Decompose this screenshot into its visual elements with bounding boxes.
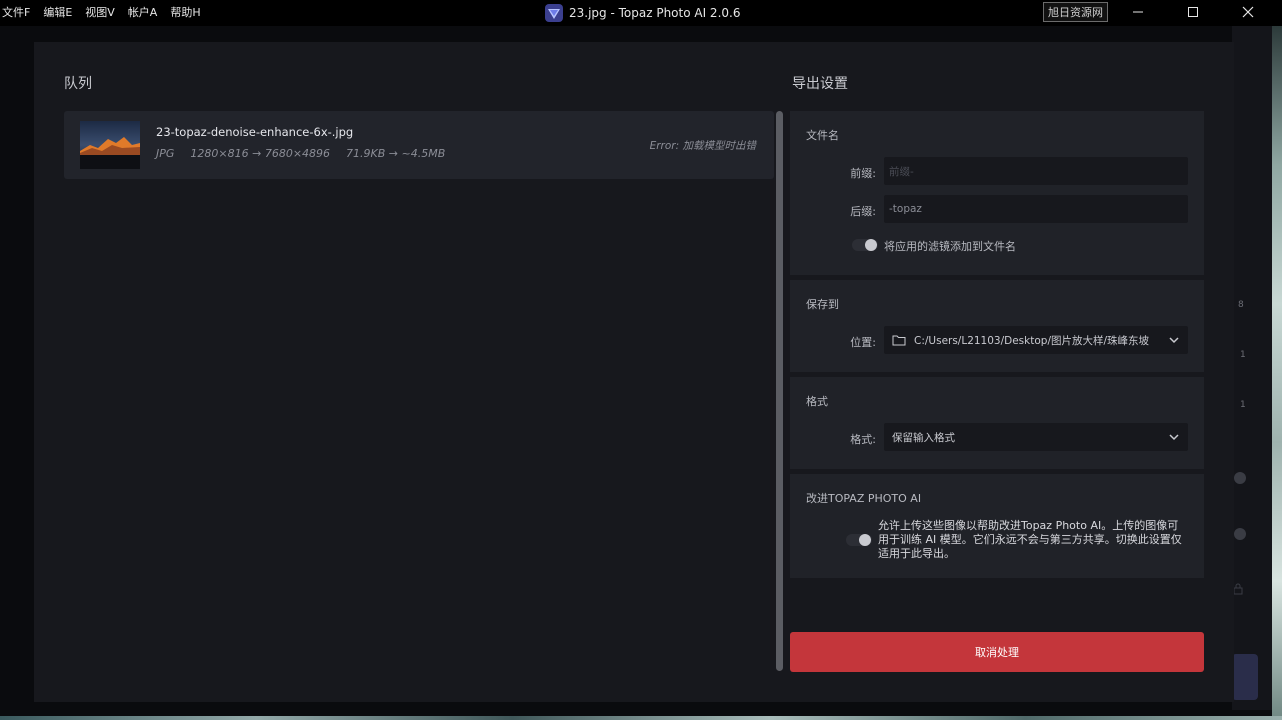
backdrop-right-panel bbox=[1232, 26, 1272, 710]
cancel-processing-button[interactable]: 取消处理 bbox=[790, 632, 1204, 672]
suffix-input[interactable]: -topaz bbox=[884, 195, 1188, 223]
improve-upload-toggle[interactable] bbox=[846, 534, 872, 546]
background-toggle-dot bbox=[1234, 472, 1246, 484]
background-gear-button bbox=[1232, 654, 1258, 700]
background-number: 8 bbox=[1238, 300, 1244, 310]
minimize-icon bbox=[1133, 11, 1143, 13]
location-label: 位置: bbox=[850, 336, 876, 349]
format-label: 格式: bbox=[850, 433, 876, 446]
menu-bar: 文件F 编辑E 视图V 帐户A 帮助H bbox=[2, 4, 201, 20]
maximize-button[interactable] bbox=[1173, 0, 1213, 24]
prefix-label: 前缀: bbox=[850, 167, 876, 180]
queue-item-status: Error: 加载模型时出错 bbox=[649, 140, 756, 152]
queue-item-filename: 23-topaz-denoise-enhance-6x-.jpg bbox=[156, 125, 354, 139]
watermark-badge: 旭日资源网 bbox=[1043, 2, 1108, 22]
filename-section: 文件名 前缀: 前缀- 后缀: -topaz 将应用的滤镜添加到文件名 bbox=[790, 111, 1204, 275]
topaz-logo-icon bbox=[545, 4, 563, 22]
format-section: 格式 格式: 保留输入格式 bbox=[790, 377, 1204, 469]
export-dialog: 队列 23-topaz-denoise-enhance-6x-.jpg JPG bbox=[34, 42, 1234, 702]
improve-section: 改进TOPAZ PHOTO AI 允许上传这些图像以帮助改进Topaz Phot… bbox=[790, 474, 1204, 578]
menu-file[interactable]: 文件F bbox=[2, 4, 30, 20]
queue-scrollbar[interactable] bbox=[776, 111, 783, 671]
window-title: 23.jpg - Topaz Photo AI 2.0.6 bbox=[569, 6, 741, 20]
location-dropdown[interactable]: C:/Users/L21103/Desktop/图片放大样/珠峰东坡 bbox=[884, 326, 1188, 354]
suffix-label: 后缀: bbox=[850, 205, 876, 218]
prefix-placeholder: 前缀- bbox=[889, 165, 914, 178]
queue-item[interactable]: 23-topaz-denoise-enhance-6x-.jpg JPG 128… bbox=[64, 111, 774, 179]
background-toggle-dot bbox=[1234, 528, 1246, 540]
improve-description: 允许上传这些图像以帮助改进Topaz Photo AI。上传的图像可用于训练 A… bbox=[878, 519, 1182, 560]
minimize-button[interactable] bbox=[1118, 0, 1158, 24]
queue-item-resolution: 1280×816 → 7680×4896 bbox=[190, 147, 331, 160]
close-icon bbox=[1242, 6, 1254, 18]
title-bar: 文件F 编辑E 视图V 帐户A 帮助H 23.jpg - Topaz Photo… bbox=[0, 0, 1282, 26]
folder-icon bbox=[892, 335, 906, 346]
toggle-knob bbox=[859, 534, 871, 546]
suffix-value: -topaz bbox=[889, 203, 922, 215]
menu-edit[interactable]: 编辑E bbox=[43, 4, 72, 20]
save-section-title: 保存到 bbox=[806, 298, 839, 311]
format-dropdown[interactable]: 保留输入格式 bbox=[884, 423, 1188, 451]
location-value: C:/Users/L21103/Desktop/图片放大样/珠峰东坡 bbox=[914, 334, 1150, 347]
title-area: 23.jpg - Topaz Photo AI 2.0.6 bbox=[545, 3, 740, 23]
desktop-wallpaper-bottom bbox=[0, 716, 1282, 720]
improve-section-title: 改进TOPAZ PHOTO AI bbox=[806, 492, 922, 505]
image-thumbnail bbox=[80, 121, 140, 169]
menu-help[interactable]: 帮助H bbox=[170, 4, 200, 20]
toggle-knob bbox=[865, 239, 877, 251]
menu-view[interactable]: 视图V bbox=[85, 4, 115, 20]
desktop-wallpaper-edge bbox=[1272, 26, 1282, 720]
queue-item-format: JPG bbox=[156, 147, 175, 160]
queue-title: 队列 bbox=[64, 76, 92, 92]
chevron-down-icon bbox=[1169, 337, 1179, 344]
maximize-icon bbox=[1188, 7, 1198, 17]
format-value: 保留输入格式 bbox=[892, 431, 955, 444]
export-settings-title: 导出设置 bbox=[792, 76, 848, 92]
format-section-title: 格式 bbox=[806, 395, 828, 408]
queue-item-size: 71.9KB → ~4.5MB bbox=[346, 147, 446, 160]
queue-item-meta: JPG 1280×816 → 7680×4896 71.9KB → ~4.5MB bbox=[156, 147, 445, 160]
chevron-down-icon bbox=[1169, 434, 1179, 441]
menu-account[interactable]: 帐户A bbox=[128, 4, 158, 20]
prefix-input[interactable]: 前缀- bbox=[884, 157, 1188, 185]
close-window-button[interactable] bbox=[1228, 0, 1268, 24]
background-number: 1 bbox=[1240, 350, 1246, 360]
background-number: 1 bbox=[1240, 400, 1246, 410]
filter-filename-label: 将应用的滤镜添加到文件名 bbox=[884, 240, 1016, 253]
save-section: 保存到 位置: C:/Users/L21103/Desktop/图片放大样/珠峰… bbox=[790, 280, 1204, 372]
filter-filename-toggle[interactable] bbox=[852, 239, 878, 251]
filename-section-title: 文件名 bbox=[806, 129, 839, 142]
